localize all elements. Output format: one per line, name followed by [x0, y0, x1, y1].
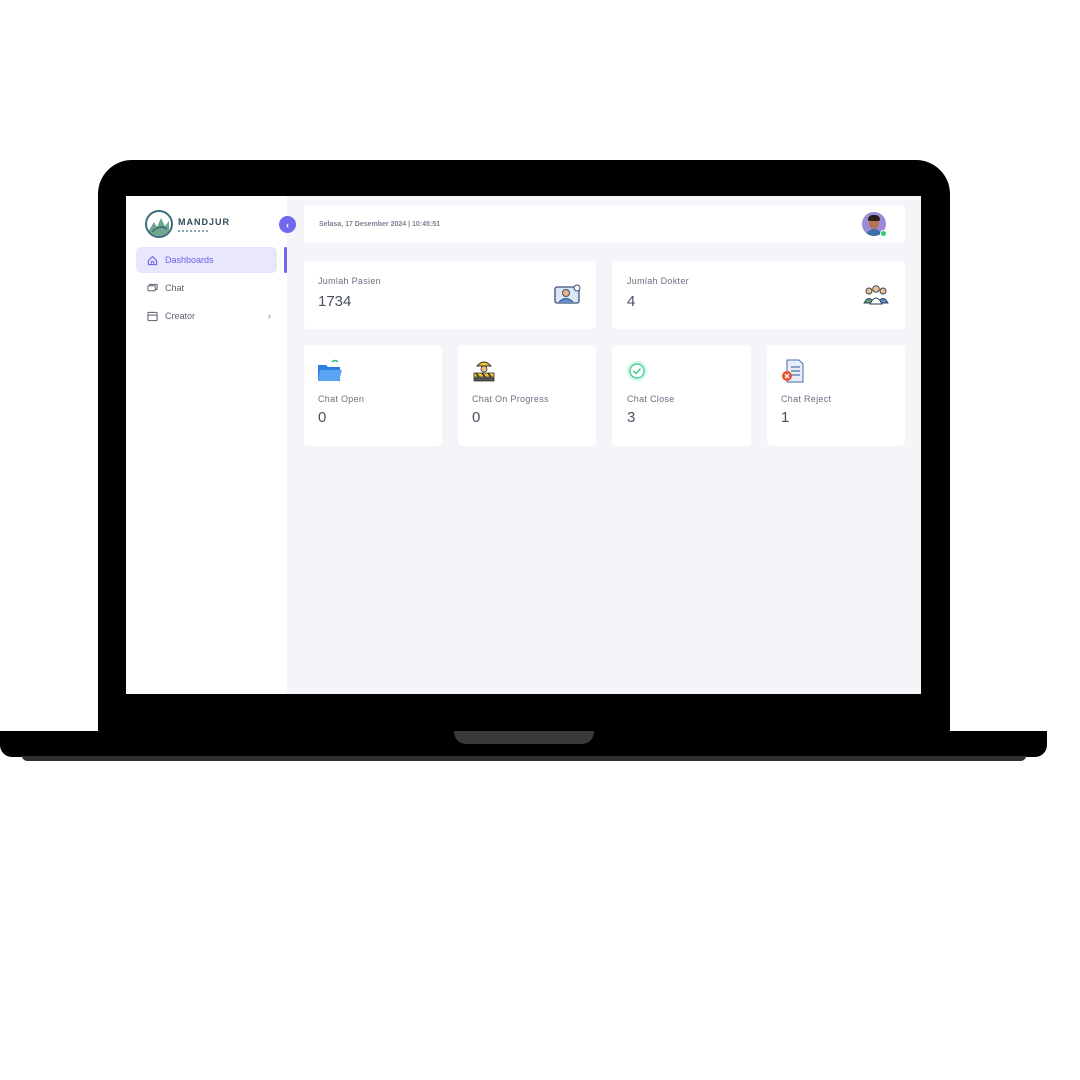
open-folder-icon — [317, 359, 343, 388]
stat-value: 1734 — [318, 293, 352, 310]
sidebar-nav: Dashboards Chat Creator › — [136, 247, 287, 331]
chat-stat-value: 1 — [781, 409, 790, 426]
chevron-right-icon: › — [267, 310, 271, 322]
chat-stat-value: 3 — [627, 409, 636, 426]
app-screen: MANDJUR Dashboards Chat Creator › ‹ Sela… — [126, 196, 921, 694]
rejected-document-icon — [780, 358, 806, 389]
chat-stat-label: Chat Open — [318, 394, 365, 404]
current-datetime: Selasa, 17 Desember 2024 | 10:45:51 — [319, 220, 441, 228]
sidebar: MANDJUR Dashboards Chat Creator › — [126, 196, 287, 694]
check-circle-icon — [626, 360, 648, 387]
logo-name: MANDJUR — [178, 216, 230, 227]
chat-card-open: Chat Open 0 — [304, 345, 442, 446]
laptop-base-shadow — [22, 756, 1026, 761]
stat-label: Jumlah Pasien — [318, 276, 381, 286]
chat-stat-value: 0 — [318, 409, 327, 426]
chat-stat-label: Chat On Progress — [472, 394, 549, 404]
chat-card-reject: Chat Reject 1 — [767, 345, 905, 446]
logo-tagline — [178, 229, 208, 232]
chat-card-close: Chat Close 3 — [612, 345, 751, 446]
header-bar: Selasa, 17 Desember 2024 | 10:45:51 — [304, 205, 905, 243]
home-icon — [146, 254, 158, 266]
chat-stat-label: Chat Close — [627, 394, 675, 404]
chevron-left-icon: ‹ — [286, 219, 289, 230]
doctors-icon — [862, 283, 890, 312]
stat-value: 4 — [627, 293, 636, 310]
sidebar-item-label: Chat — [165, 283, 185, 293]
patient-icon — [554, 283, 582, 312]
sidebar-item-creator[interactable]: Creator › — [136, 303, 277, 329]
under-construction-icon — [471, 357, 497, 388]
chat-card-on-progress: Chat On Progress 0 — [458, 345, 596, 446]
stat-label: Jumlah Dokter — [627, 276, 689, 286]
sidebar-item-label: Dashboards — [165, 255, 214, 265]
online-status-indicator — [880, 230, 887, 237]
logo[interactable]: MANDJUR — [145, 210, 230, 238]
sidebar-item-chat[interactable]: Chat — [136, 275, 277, 301]
sidebar-collapse-button[interactable]: ‹ — [279, 216, 296, 233]
logo-mark-icon — [145, 210, 173, 238]
sidebar-item-dashboards[interactable]: Dashboards — [136, 247, 287, 273]
stat-card-doctors: Jumlah Dokter 4 — [612, 261, 905, 329]
window-icon — [146, 310, 158, 322]
stat-card-patients: Jumlah Pasien 1734 — [304, 261, 596, 329]
sidebar-item-label: Creator — [165, 311, 196, 321]
chat-stat-value: 0 — [472, 409, 481, 426]
chat-stat-label: Chat Reject — [781, 394, 832, 404]
laptop-notch — [454, 731, 594, 744]
chat-icon — [146, 282, 158, 294]
